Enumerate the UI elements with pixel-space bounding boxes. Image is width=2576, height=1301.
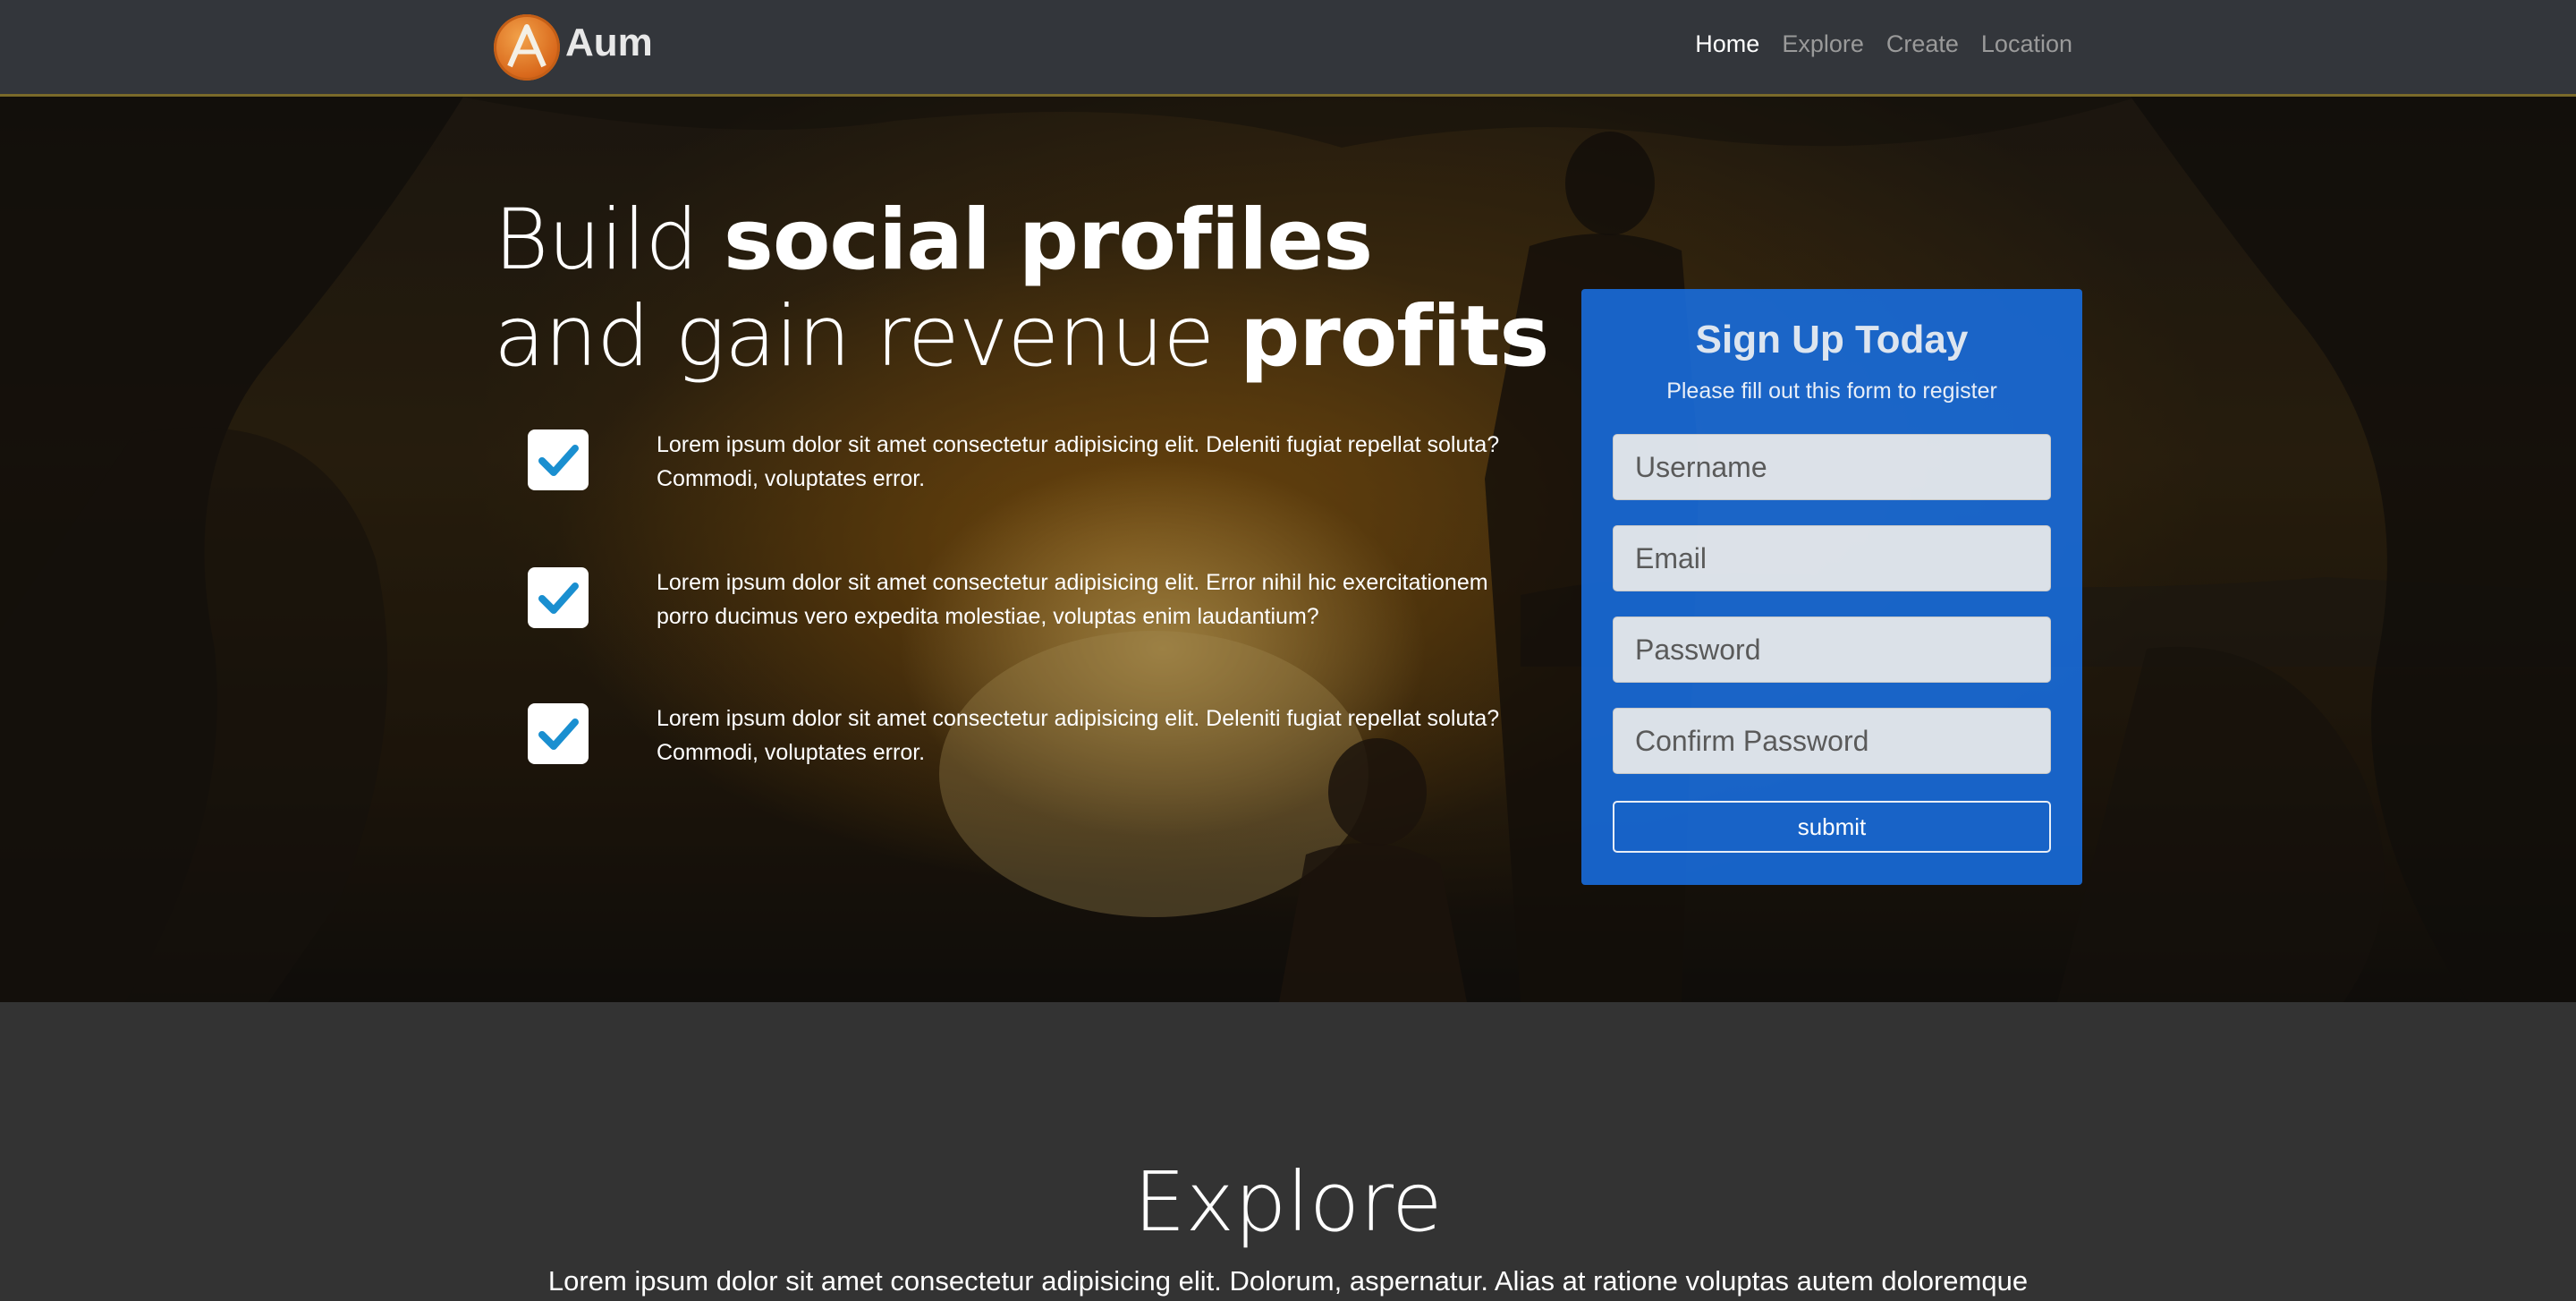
feature-text: Lorem ipsum dolor sit amet consectetur a…	[657, 432, 1500, 491]
check-icon	[528, 429, 589, 490]
feature-item: Lorem ipsum dolor sit amet consectetur a…	[528, 429, 1530, 496]
nav-link-explore[interactable]: Explore	[1782, 30, 1864, 58]
username-field[interactable]	[1613, 434, 2051, 500]
explore-section: Explore Lorem ipsum dolor sit amet conse…	[0, 1002, 2576, 1301]
submit-button[interactable]: submit	[1613, 801, 2051, 853]
hero-section: Build social profiles and gain revenue p…	[0, 94, 2576, 1002]
a-logo-icon	[494, 14, 560, 81]
email-field[interactable]	[1613, 525, 2051, 591]
signup-subtitle: Please fill out this form to register	[1666, 378, 1997, 404]
explore-text: Lorem ipsum dolor sit amet consectetur a…	[547, 1265, 2029, 1297]
check-icon	[528, 703, 589, 764]
check-icon	[528, 567, 589, 628]
brand-name: Aum	[565, 21, 653, 64]
feature-text: Lorem ipsum dolor sit amet consectetur a…	[657, 570, 1488, 629]
nav-links: Home Explore Create Location	[1673, 30, 2072, 58]
headline-bold-2: profits	[1240, 288, 1549, 386]
confirm-password-field[interactable]	[1613, 708, 2051, 774]
signup-title: Sign Up Today	[1695, 318, 1969, 361]
explore-title: Explore	[1133, 1154, 1443, 1250]
feature-item: Lorem ipsum dolor sit amet consectetur a…	[528, 567, 1530, 633]
signup-card: Sign Up Today Please fill out this form …	[1581, 289, 2082, 885]
headline-text-2: and gain revenue	[494, 288, 1241, 386]
brand[interactable]: Aum	[494, 12, 653, 83]
navbar: Aum Home Explore Create Location	[0, 0, 2576, 97]
nav-link-location[interactable]: Location	[1981, 30, 2072, 58]
nav-link-home[interactable]: Home	[1695, 30, 1759, 58]
feature-item: Lorem ipsum dolor sit amet consectetur a…	[528, 703, 1530, 770]
nav-link-create[interactable]: Create	[1886, 30, 1959, 58]
hero-headline: Build social profiles and gain revenue p…	[494, 192, 1549, 386]
headline-text-1: Build	[494, 191, 724, 289]
feature-text: Lorem ipsum dolor sit amet consectetur a…	[657, 706, 1500, 765]
headline-bold-1: social profiles	[723, 191, 1373, 289]
password-field[interactable]	[1613, 616, 2051, 683]
